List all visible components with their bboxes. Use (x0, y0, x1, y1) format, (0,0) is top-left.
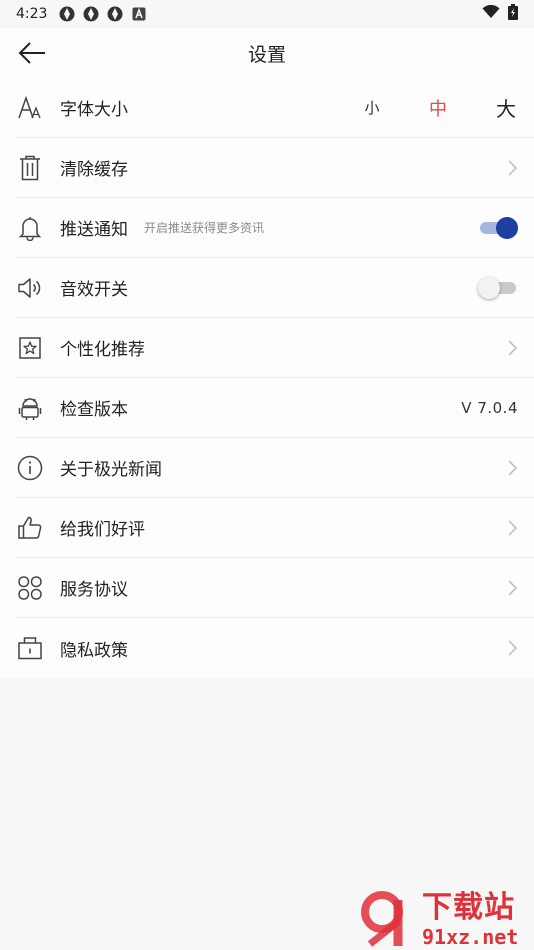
chevron-right-icon (508, 159, 518, 176)
a-badge-icon (131, 6, 147, 22)
app-notification-icon (83, 6, 99, 22)
watermark-brand: 下载站 (422, 890, 515, 925)
font-size-icon (16, 94, 44, 122)
android-icon (16, 394, 44, 422)
wifi-icon (482, 4, 500, 23)
info-icon (16, 454, 44, 482)
page-title: 设置 (247, 43, 286, 66)
font-size-selector: 小 中 大 (352, 93, 518, 122)
rate-us-row[interactable]: 给我们好评 (16, 498, 534, 558)
font-size-large-option[interactable]: 大 (494, 93, 518, 122)
check-version-label: 检查版本 (60, 400, 128, 420)
chevron-right-icon (508, 459, 518, 476)
page-header: 设置 (0, 28, 534, 78)
clear-cache-row[interactable]: 清除缓存 (16, 138, 534, 198)
font-size-medium-option[interactable]: 中 (418, 95, 458, 121)
watermark-url: 91xz.net (422, 925, 519, 949)
privacy-policy-row[interactable]: 隐私政策 (16, 618, 534, 678)
back-arrow-icon (18, 42, 45, 64)
grid-icon (16, 574, 44, 602)
about-label: 关于极光新闻 (60, 460, 162, 480)
lock-icon (16, 634, 44, 662)
version-number: V 7.0.4 (461, 398, 518, 417)
thumbs-up-icon (16, 514, 44, 542)
privacy-policy-label: 隐私政策 (60, 640, 128, 661)
back-button[interactable] (16, 38, 48, 68)
speaker-icon (16, 274, 44, 302)
sound-effects-row: 音效开关 (16, 258, 534, 318)
app-notification-icon (107, 6, 123, 22)
push-notification-hint: 开启推送获得更多资讯 (144, 221, 265, 235)
chevron-right-icon (508, 339, 518, 356)
terms-of-service-label: 服务协议 (60, 580, 128, 600)
font-size-row: 字体大小 小 中 大 (16, 78, 534, 138)
bell-icon (16, 214, 44, 242)
chevron-right-icon (508, 519, 518, 536)
watermark-logo-icon (361, 891, 403, 947)
font-size-small-option[interactable]: 小 (352, 97, 392, 118)
rate-us-label: 给我们好评 (60, 520, 145, 540)
push-notification-label: 推送通知 (60, 220, 128, 240)
check-version-row[interactable]: 检查版本 V 7.0.4 (16, 378, 534, 438)
sound-effects-label: 音效开关 (60, 280, 128, 300)
push-notification-toggle[interactable] (478, 216, 518, 240)
push-notification-row: 推送通知 开启推送获得更多资讯 (16, 198, 534, 258)
status-bar: 4:23 (0, 0, 534, 28)
terms-of-service-row[interactable]: 服务协议 (16, 558, 534, 618)
chevron-right-icon (508, 579, 518, 596)
trash-icon (16, 154, 44, 182)
settings-list: 字体大小 小 中 大 清除缓存 推送通知 开启推送获得更多资讯 音效开关 个性化… (0, 78, 534, 678)
clear-cache-label: 清除缓存 (60, 160, 128, 180)
star-badge-icon (16, 334, 44, 362)
personalized-recommendation-row[interactable]: 个性化推荐 (16, 318, 534, 378)
about-row[interactable]: 关于极光新闻 (16, 438, 534, 498)
battery-icon (508, 4, 518, 24)
status-time: 4:23 (16, 6, 48, 22)
font-size-label: 字体大小 (60, 100, 128, 120)
app-notification-icon (59, 6, 75, 22)
sound-effects-toggle[interactable] (478, 276, 518, 300)
site-watermark: 下载站 91xz.net (360, 886, 530, 950)
chevron-right-icon (508, 640, 518, 656)
personalized-recommendation-label: 个性化推荐 (60, 340, 145, 360)
